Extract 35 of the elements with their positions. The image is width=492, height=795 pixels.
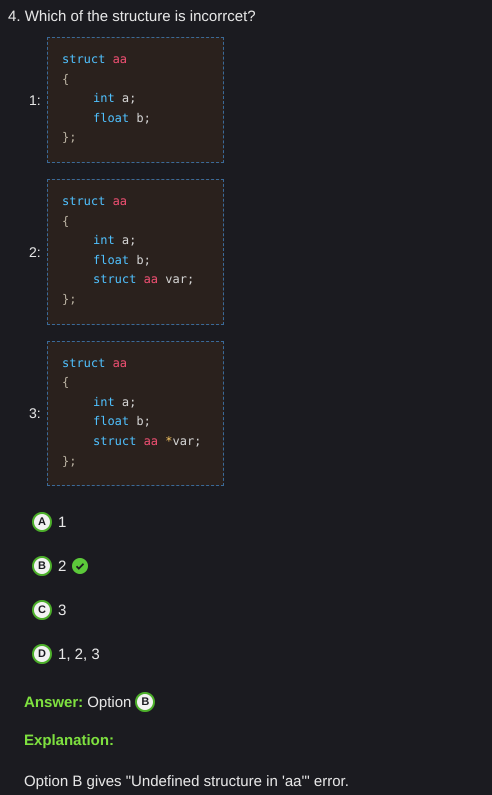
code-line: int a; bbox=[92, 394, 136, 411]
option-text[interactable]: 1 bbox=[58, 514, 66, 531]
option-letter[interactable]: B bbox=[32, 556, 52, 576]
option-text[interactable]: 2 bbox=[58, 558, 66, 575]
code-line: struct aa var; bbox=[92, 271, 194, 288]
code-line: { bbox=[62, 212, 70, 230]
answer-label: Answer: bbox=[24, 694, 84, 711]
answer-letter: B bbox=[135, 692, 156, 712]
code-line: float b; bbox=[92, 252, 151, 269]
check-icon bbox=[72, 558, 88, 574]
option-text[interactable]: 3 bbox=[58, 602, 66, 619]
answer-text: Option bbox=[87, 694, 132, 711]
code-line: int a; bbox=[92, 90, 136, 108]
code-line: float b; bbox=[92, 110, 151, 127]
code-line: }; bbox=[62, 290, 76, 308]
option-number: 1: bbox=[28, 92, 42, 108]
option-letter[interactable]: D bbox=[32, 644, 52, 664]
option-letter[interactable]: A bbox=[32, 512, 52, 532]
code-line: struct aa bbox=[62, 192, 128, 210]
explanation-label: Explanation: bbox=[24, 732, 114, 750]
code-line: { bbox=[62, 70, 70, 88]
question-title: 4. Which of the structure is incorrcet? bbox=[8, 8, 257, 25]
explanation-text: Option B gives "Undefined structure in 'aa'" error. bbox=[24, 773, 349, 790]
code-line: struct aa bbox=[62, 51, 128, 68]
option-number: 3: bbox=[28, 405, 42, 422]
code-line: struct aa *var; bbox=[92, 432, 202, 450]
code-line: struct aa bbox=[62, 354, 128, 372]
option-letter[interactable]: C bbox=[32, 600, 52, 620]
code-line: }; bbox=[62, 129, 76, 146]
code-line: float b; bbox=[92, 413, 151, 430]
option-text[interactable]: 1, 2, 3 bbox=[58, 646, 100, 663]
code-line: int a; bbox=[92, 232, 136, 250]
code-line: }; bbox=[62, 452, 76, 470]
option-number: 2: bbox=[28, 244, 42, 260]
code-line: { bbox=[62, 374, 70, 392]
